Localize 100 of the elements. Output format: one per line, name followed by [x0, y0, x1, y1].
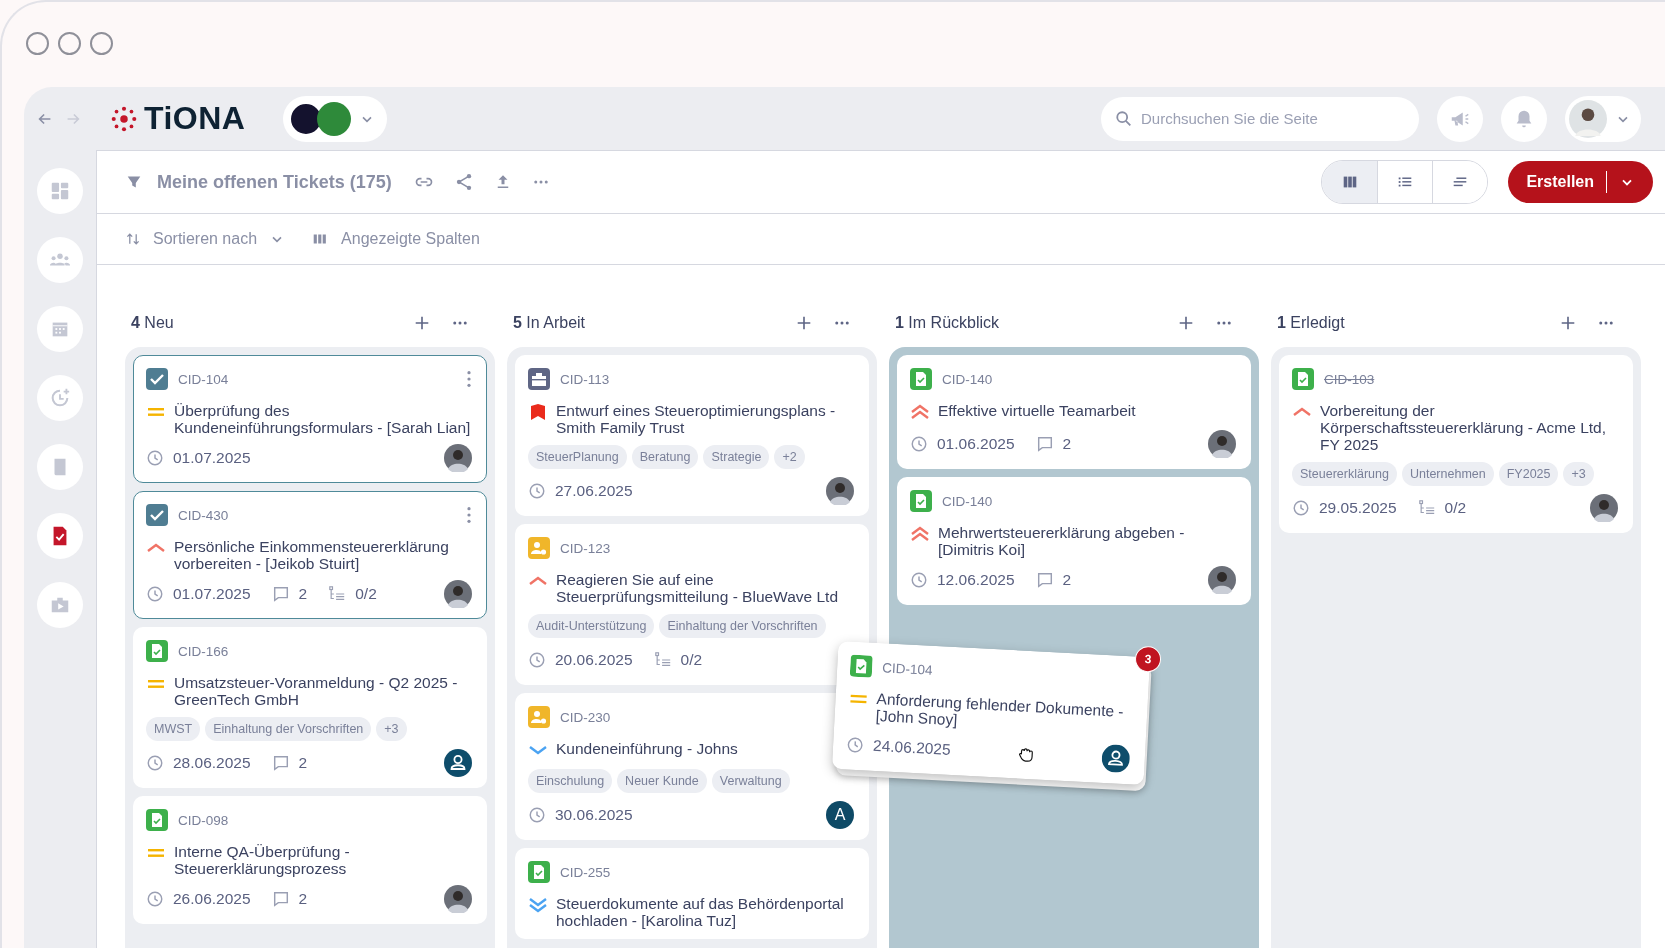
announcements-button[interactable] [1437, 95, 1483, 142]
due-date: 28.06.2025 [173, 754, 251, 772]
board-view-button[interactable] [1322, 161, 1378, 203]
kebab-menu-icon[interactable] [466, 506, 472, 524]
ticket-id: CID-430 [178, 507, 229, 523]
tag: Beratung [631, 445, 699, 469]
ticket-card[interactable]: CID-166 Umsatzsteuer-Voranmeldung - Q2 2025 - GreenTech GmbH MWST Einhaltung der Vorschriften +3 28.06.2025 2 [133, 627, 487, 788]
subtasks-icon [653, 651, 672, 669]
add-icon[interactable] [413, 314, 431, 332]
tag: FY2025 [1498, 462, 1559, 486]
ticket-title: Interne QA-Überprüfung - Steuererklärungsprozess [174, 843, 351, 877]
clock-nav-button[interactable] [37, 375, 83, 421]
view-title: Meine offenen Tickets (175) [157, 171, 392, 193]
avatar-initial: A [826, 801, 854, 829]
comment-icon [1035, 435, 1054, 453]
comment-icon [1035, 571, 1054, 589]
window-control[interactable] [26, 32, 49, 55]
document-nav-button[interactable] [37, 513, 83, 559]
ticket-title: Überprüfung des Kundeneinführungsformulars - [Sarah Lian] [174, 402, 472, 436]
subtask-count: 0/2 [680, 651, 703, 669]
tag: Steuererklärung [1292, 462, 1397, 486]
ticket-title: Mehrwertsteuererklärung abgeben - [Dimitris Koi] [938, 524, 1186, 558]
ticket-id: CID-255 [560, 864, 611, 880]
tag: +2 [774, 445, 805, 469]
document-type-icon [146, 809, 168, 831]
tag: Audit-Unterstützung [528, 614, 655, 638]
due-date: 12.06.2025 [937, 571, 1015, 589]
comment-count: 2 [298, 754, 308, 772]
comment-icon [271, 585, 290, 603]
column-title: 4 Neu [131, 314, 174, 332]
sort-icon [125, 231, 141, 247]
window-control[interactable] [58, 32, 81, 55]
tag: Strategie [703, 445, 770, 469]
timeline-view-button[interactable] [1432, 161, 1488, 203]
organization-switcher[interactable] [283, 95, 388, 142]
document-type-icon [910, 490, 932, 512]
organization-logo [317, 101, 352, 136]
person-type-icon [528, 706, 550, 728]
notifications-button[interactable] [1501, 95, 1547, 142]
avatar [1208, 430, 1236, 458]
avatar [1208, 566, 1236, 594]
clock-icon [528, 806, 546, 824]
briefcase-type-icon [528, 368, 550, 390]
subtasks-icon [1417, 499, 1436, 517]
ticket-card[interactable]: CID-140 Effektive virtuelle Teamarbeit 01.06.2025 2 [897, 355, 1251, 469]
add-icon[interactable] [1177, 314, 1195, 332]
tag: MWST [146, 717, 201, 741]
column-title: 1 Erledigt [1277, 314, 1345, 332]
ticket-card[interactable]: CID-140 Mehrwertsteuererklärung abgeben - [Dimitris Koi] 12.06.2025 2 [897, 477, 1251, 605]
ticket-title: Entwurf eines Steueroptimierungsplans - Smith Family Trust [556, 402, 837, 436]
document-type-icon [146, 640, 168, 662]
add-icon[interactable] [1559, 314, 1577, 332]
calendar-nav-button[interactable] [37, 306, 83, 352]
ticket-card[interactable]: CID-098 Interne QA-Überprüfung - Steuererklärungsprozess 26.06.2025 2 [133, 796, 487, 924]
ticket-id: CID-123 [560, 540, 611, 556]
people-nav-button[interactable] [37, 237, 83, 283]
case-nav-button[interactable] [37, 582, 83, 628]
checkbox-icon[interactable] [146, 504, 168, 526]
clock-icon [845, 735, 865, 755]
create-button[interactable]: Erstellen [1508, 161, 1653, 203]
clock-icon [146, 449, 164, 467]
ticket-card[interactable]: CID-104 Überprüfung des Kundeneinführungsformulars - [Sarah Lian] 01.07.2025 [133, 355, 487, 483]
subtask-count: 0/2 [1444, 499, 1467, 517]
avatar [444, 885, 472, 913]
logo-icon [110, 104, 138, 133]
window-control[interactable] [90, 32, 113, 55]
avatar [444, 444, 472, 472]
kebab-menu-icon[interactable] [466, 370, 472, 388]
ticket-card[interactable]: CID-113 Entwurf eines Steueroptimierungsplans - Smith Family Trust SteuerPlanung Beratung Strategie +2 27.06.2025 [515, 355, 869, 516]
dashboard-nav-button[interactable] [37, 168, 83, 214]
ticket-title: Anforderung fehlender Dokumente - [John Snoy] [875, 690, 1125, 731]
ticket-card[interactable]: CID-123 Reagieren Sie auf eine Steuerprüfungsmitteilung - BlueWave Ltd Audit-Unterstützung Einhaltung der Vorschriften 20.06.2025 0/2 [515, 524, 869, 685]
user-menu[interactable] [1565, 95, 1641, 142]
book-nav-button[interactable] [37, 444, 83, 490]
user-placeholder-icon [444, 749, 472, 777]
due-date: 01.06.2025 [937, 435, 1015, 453]
due-date: 01.07.2025 [173, 449, 251, 467]
clock-icon [528, 482, 546, 500]
column-title: 5 In Arbeit [513, 314, 586, 332]
tag: Verwaltung [711, 769, 790, 793]
clock-icon [910, 435, 928, 453]
add-icon[interactable] [795, 314, 813, 332]
ticket-id: CID-104 [881, 659, 933, 678]
ticket-title: Umsatzsteuer-Voranmeldung - Q2 2025 - GreenTech GmbH [174, 674, 459, 708]
ticket-title: Reagieren Sie auf eine Steuerprüfungsmitteilung - BlueWave Ltd [556, 571, 840, 605]
ticket-title: Kundeneinführung - Johns [556, 740, 738, 759]
ticket-card[interactable]: CID-103 Vorbereitung der Körperschaftssteuererklärung - Acme Ltd, FY 2025 Steuererklärung Unternehmen FY2025 +3 29.05.2025 0/2 [1279, 355, 1633, 533]
ticket-card[interactable]: CID-255 Steuerdokumente auf das Behördenportal hochladen - [Karolina Tuz] [515, 848, 869, 939]
logo-text: TiONA [144, 100, 246, 137]
tag: +3 [1563, 462, 1594, 486]
due-date: 27.06.2025 [555, 482, 633, 500]
document-type-icon [1292, 368, 1314, 390]
ticket-card[interactable]: CID-430 Persönliche Einkommensteuererklärung vorbereiten - [Jeikob Stuirt] 01.07.2025 2 0/2 [133, 491, 487, 619]
search-field[interactable]: Durchsuchen Sie die Seite [1101, 96, 1419, 141]
ticket-card[interactable]: CID-230 Kundeneinführung - Johns Einschulung Neuer Kunde Verwaltung 30.06.2025 A [515, 693, 869, 840]
ticket-title: Persönliche Einkommensteuererklärung vorbereiten - [Jeikob Stuirt] [174, 538, 450, 572]
due-date: 24.06.2025 [872, 736, 952, 759]
clock-icon [146, 890, 164, 908]
person-type-icon [528, 537, 550, 559]
checkbox-icon[interactable] [146, 368, 168, 390]
